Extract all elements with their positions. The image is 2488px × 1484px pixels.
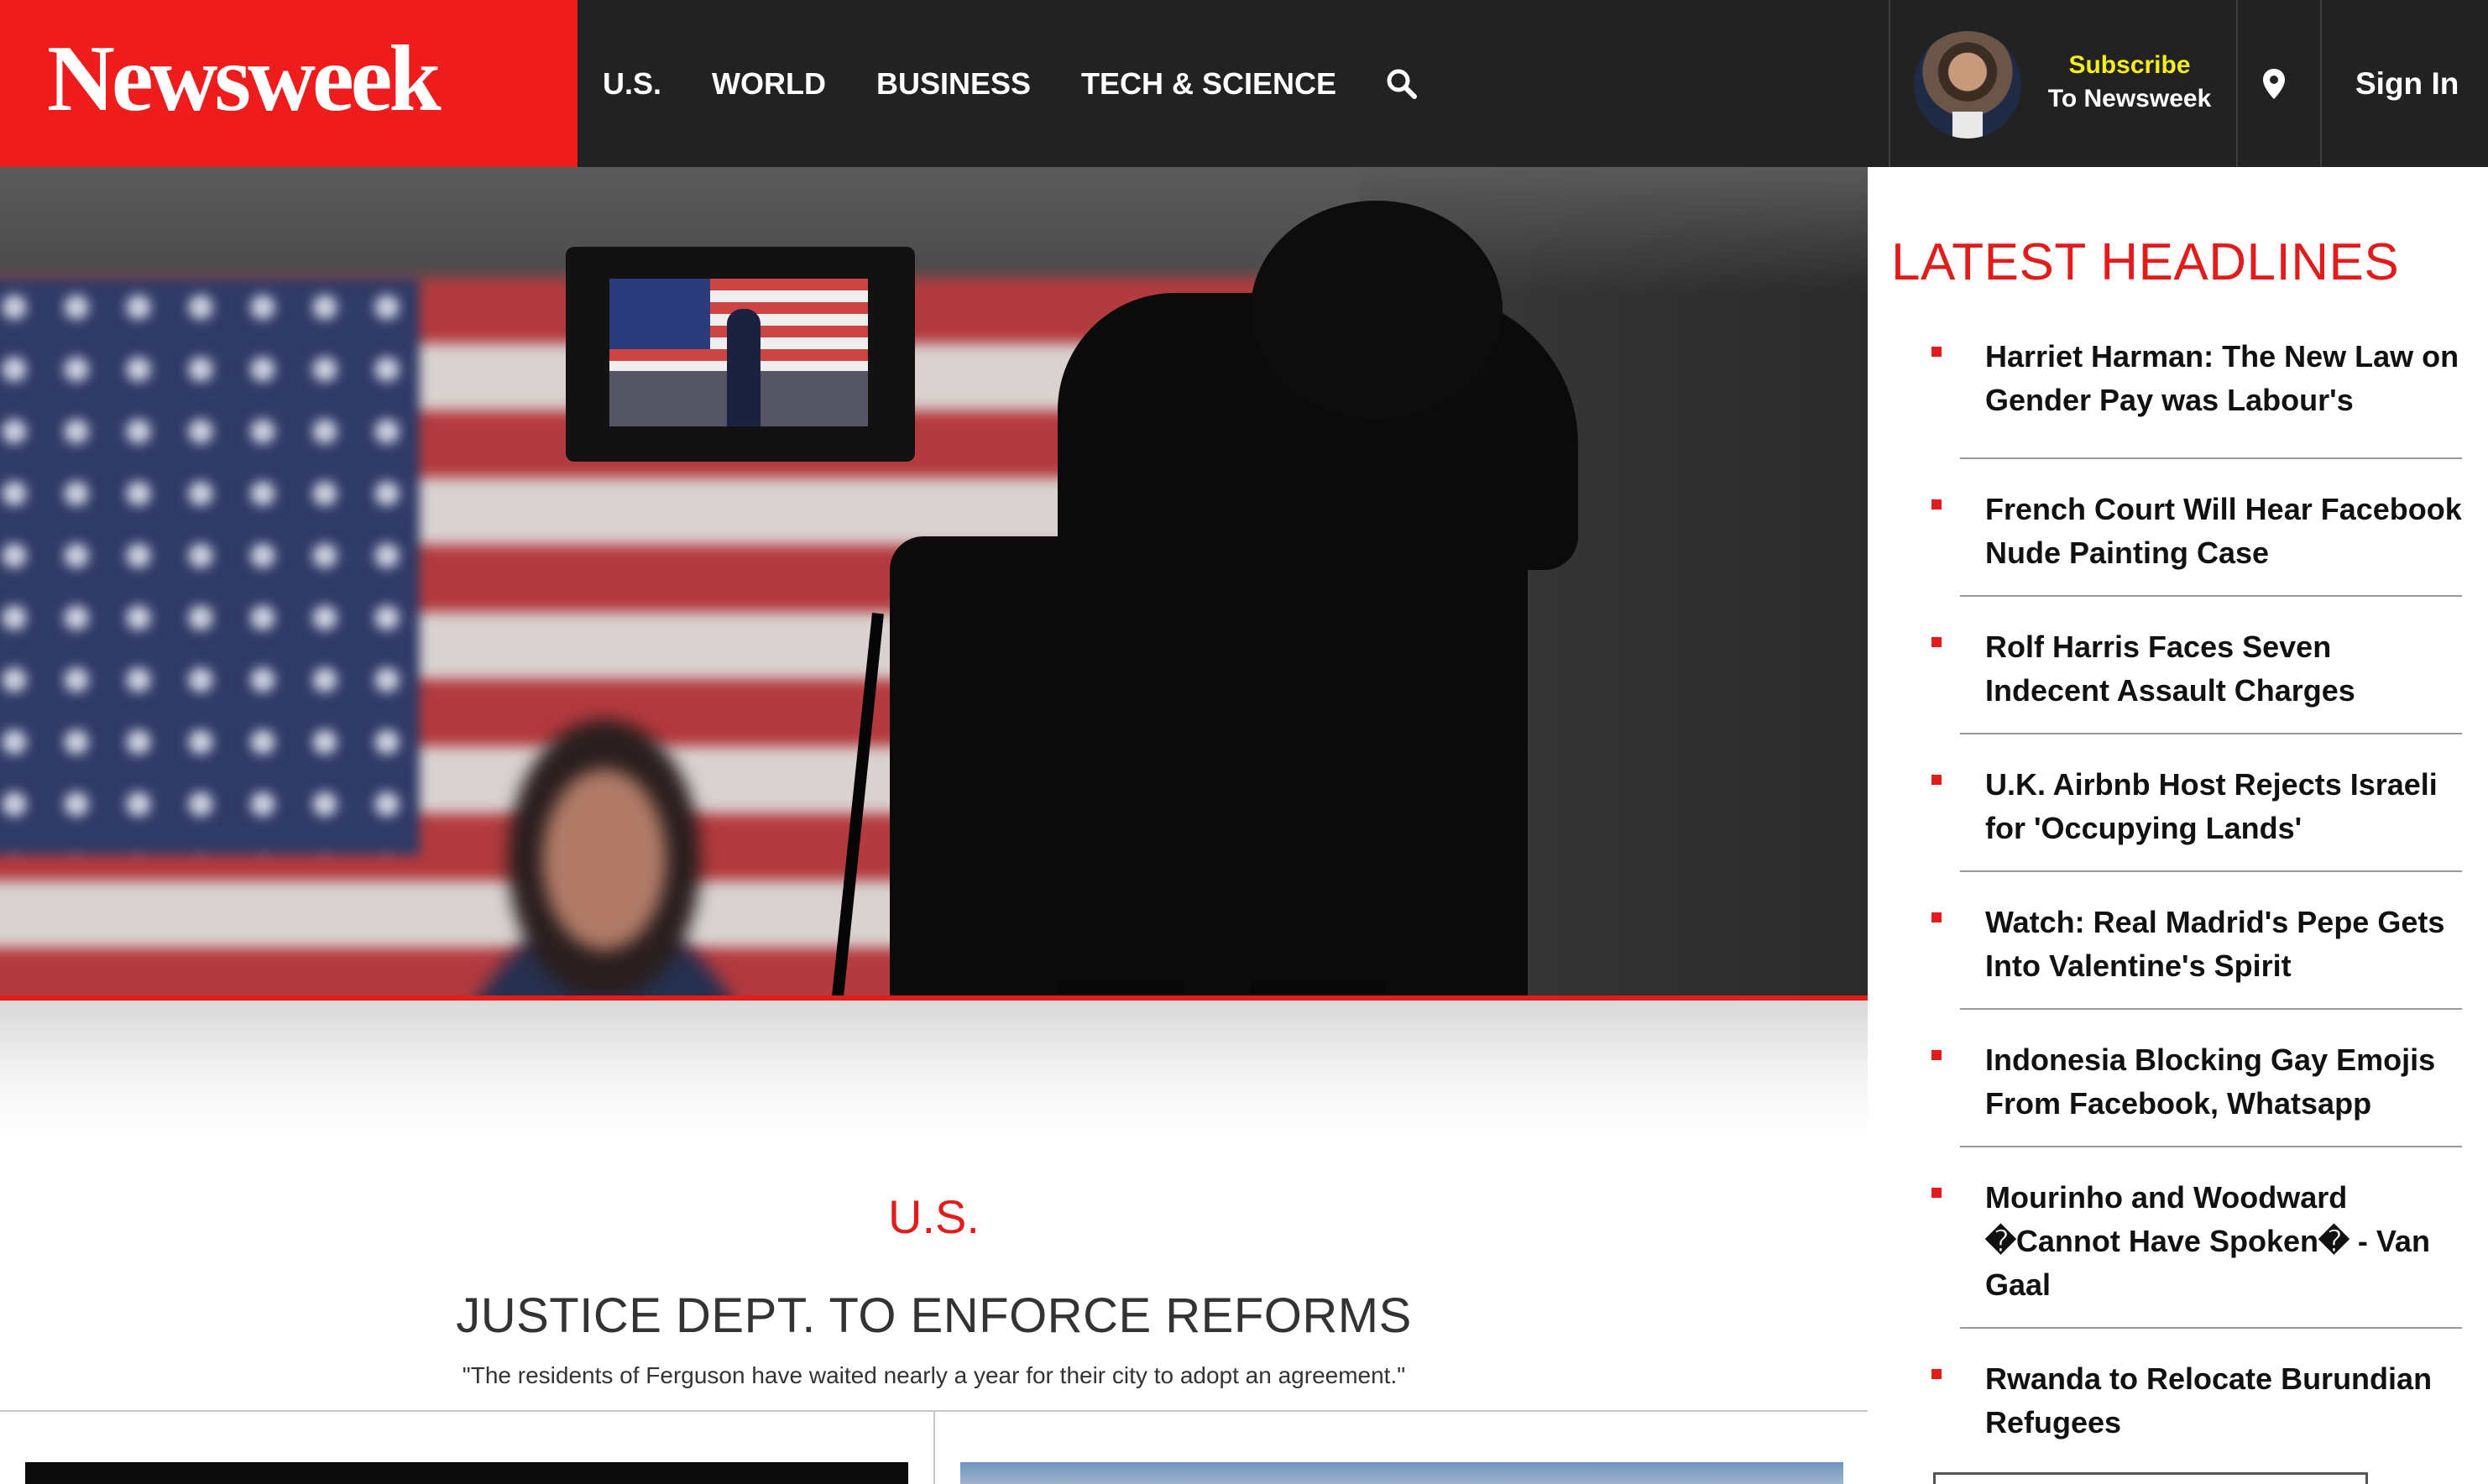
- headline-item: French Court Will Hear Facebook Nude Pai…: [1931, 459, 2462, 597]
- latest-headlines-sidebar: LATEST HEADLINES Harriet Harman: The New…: [1868, 167, 2488, 1484]
- logo-text: Newsweek: [47, 27, 442, 131]
- main-nav: U.S. WORLD BUSINESS TECH & SCIENCE: [578, 0, 1419, 167]
- headline-link[interactable]: Harriet Harman: The New Law on Gender Pa…: [1960, 335, 2462, 422]
- header-divider: [2236, 0, 2238, 167]
- headline-item: Rwanda to Relocate Burundian Refugees: [1931, 1329, 2462, 1466]
- headline-item: Rolf Harris Faces Seven Indecent Assault…: [1931, 597, 2462, 734]
- subscribe-label: Subscribe: [2068, 51, 2191, 79]
- header-divider: [2320, 0, 2322, 167]
- nav-item-business[interactable]: BUSINESS: [876, 68, 1031, 99]
- camera-mic: [1251, 201, 1503, 419]
- viewfinder-screen: [609, 279, 868, 426]
- map-pin-icon[interactable]: [2260, 67, 2288, 101]
- headline-item: Watch: Real Madrid's Pepe Gets Into Vale…: [1931, 872, 2462, 1010]
- story-dek: "The residents of Ferguson have waited n…: [462, 1362, 1406, 1388]
- story-thumbnail[interactable]: [960, 1462, 1843, 1484]
- bullet-icon: [1931, 347, 1942, 357]
- viewfinder-speaker: [727, 309, 761, 426]
- headlines-list: Harriet Harman: The New Law on Gender Pa…: [1931, 321, 2462, 1466]
- bullet-icon: [1931, 775, 1942, 785]
- bullet-icon: [1931, 1050, 1942, 1060]
- search-icon[interactable]: [1385, 67, 1419, 101]
- top-navigation-bar: Newsweek U.S. WORLD BUSINESS TECH & SCIE…: [0, 0, 2488, 167]
- sign-in-link[interactable]: Sign In: [2355, 65, 2459, 102]
- subscribe-sub-label: To Newsweek: [2047, 85, 2212, 112]
- latest-headlines-title: LATEST HEADLINES: [1891, 233, 2400, 291]
- header-divider: [1889, 0, 1890, 167]
- headline-link[interactable]: Indonesia Blocking Gay Emojis From Faceb…: [1960, 1038, 2462, 1126]
- story-headline[interactable]: JUSTICE DEPT. TO ENFORCE REFORMS: [0, 1288, 1868, 1345]
- newsweek-logo[interactable]: Newsweek: [0, 0, 578, 167]
- headline-item: Indonesia Blocking Gay Emojis From Faceb…: [1931, 1010, 2462, 1147]
- headline-link[interactable]: Mourinho and Woodward �Cannot Have Spoke…: [1960, 1176, 2462, 1307]
- sidebar-widget-edge: [1933, 1472, 2368, 1484]
- headline-item: Mourinho and Woodward �Cannot Have Spoke…: [1931, 1147, 2462, 1329]
- header-right-group: Subscribe To Newsweek Sign In: [1889, 0, 2488, 167]
- bullet-icon: [1931, 637, 1942, 647]
- headline-link[interactable]: U.K. Airbnb Host Rejects Israeli for 'Oc…: [1960, 763, 2462, 850]
- nav-item-tech-science[interactable]: TECH & SCIENCE: [1081, 68, 1336, 99]
- headline-item: Harriet Harman: The New Law on Gender Pa…: [1931, 321, 2462, 459]
- headline-link[interactable]: French Court Will Hear Facebook Nude Pai…: [1960, 488, 2462, 575]
- bullet-icon: [1931, 499, 1942, 509]
- bullet-icon: [1931, 1369, 1942, 1379]
- headline-link[interactable]: Rwanda to Relocate Burundian Refugees: [1960, 1357, 2462, 1445]
- column-divider: [933, 1412, 935, 1484]
- headline-item: U.K. Airbnb Host Rejects Israeli for 'Oc…: [1931, 734, 2462, 872]
- story-thumbnail[interactable]: [25, 1462, 908, 1484]
- camera-body: [890, 536, 1528, 1048]
- bullet-icon: [1931, 912, 1942, 922]
- bullet-icon: [1931, 1188, 1942, 1198]
- nav-item-us[interactable]: U.S.: [603, 68, 661, 99]
- subscribe-button[interactable]: Subscribe To Newsweek: [2041, 49, 2218, 116]
- subscribe-cover-avatar[interactable]: [1914, 31, 2021, 138]
- nav-item-world[interactable]: WORLD: [712, 68, 826, 99]
- headline-link[interactable]: Watch: Real Madrid's Pepe Gets Into Vale…: [1960, 901, 2462, 988]
- camera-viewfinder: [566, 247, 915, 462]
- story-section-label[interactable]: U.S.: [0, 1190, 1868, 1244]
- headline-link[interactable]: Rolf Harris Faces Seven Indecent Assault…: [1960, 625, 2462, 713]
